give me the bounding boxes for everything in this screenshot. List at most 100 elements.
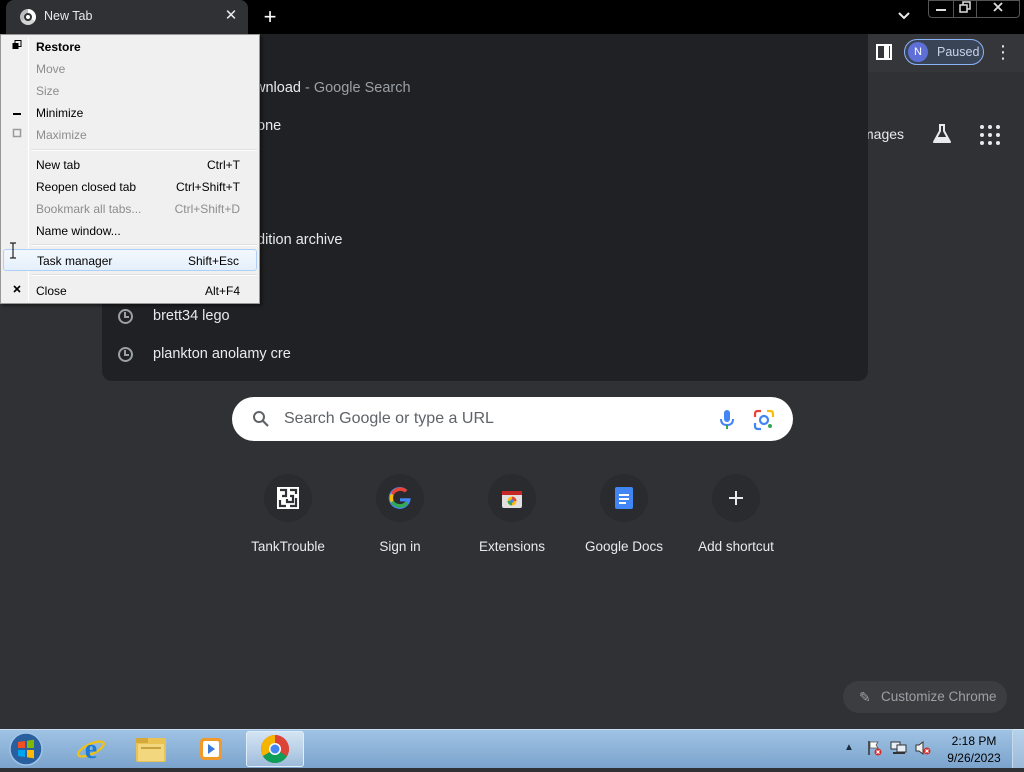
shortcut-sign-in[interactable]: Sign in — [344, 474, 456, 564]
google-g-icon — [388, 486, 411, 509]
google-docs-icon — [615, 487, 633, 509]
close-tab-icon[interactable]: ✕ — [222, 7, 240, 25]
window-minimize-button[interactable] — [928, 0, 954, 18]
menu-item-label: Bookmark all tabs... — [36, 202, 142, 216]
show-hidden-icons-icon[interactable]: ▲ — [844, 742, 854, 753]
close-icon — [11, 284, 23, 298]
shortcut-label: Google Docs — [584, 539, 664, 554]
svg-text:e: e — [85, 734, 97, 765]
window-restore-button[interactable] — [953, 0, 977, 18]
menu-item-shortcut: Ctrl+Shift+D — [174, 202, 240, 216]
suggestion-text: brett34 lego — [153, 308, 230, 324]
suggestion-text: wnload — [255, 80, 301, 96]
maximize-icon — [11, 128, 23, 142]
shortcut-label: Extensions — [478, 539, 546, 554]
menu-item-label: Reopen closed tab — [36, 180, 137, 194]
menu-item-maximize[interactable]: Maximize — [3, 124, 257, 146]
clock-time[interactable]: 2:18 PM — [948, 734, 1000, 748]
minimize-icon — [11, 106, 23, 120]
menu-item-new-tab[interactable]: New tab Ctrl+T — [3, 154, 257, 176]
menu-item-shortcut: Ctrl+T — [207, 158, 240, 172]
folder-icon — [136, 738, 166, 762]
taskbar-media-player[interactable] — [182, 731, 240, 767]
customize-label: Customize Chrome — [881, 689, 997, 704]
more-menu-icon[interactable]: ⋮ — [994, 42, 1012, 62]
shortcut-tanktrouble[interactable]: TankTrouble — [232, 474, 344, 564]
window-system-menu: Restore Move Size Minimize Maximize New … — [0, 34, 260, 304]
suggestion-text: dition archive — [257, 232, 343, 248]
show-desktop-button[interactable] — [1012, 729, 1024, 768]
menu-item-label: Name window... — [36, 224, 121, 238]
menu-item-reopen-closed-tab[interactable]: Reopen closed tab Ctrl+Shift+T — [3, 176, 257, 198]
tanktrouble-icon — [277, 487, 299, 509]
plus-icon — [729, 491, 743, 505]
menu-item-label: New tab — [36, 158, 81, 172]
shortcut-label: Add shortcut — [698, 539, 774, 554]
suggestion-text: one — [257, 118, 282, 134]
menu-item-label: Maximize — [36, 128, 87, 142]
text-cursor-icon — [9, 242, 17, 259]
microphone-icon[interactable] — [718, 409, 736, 431]
images-link[interactable]: mages — [862, 126, 904, 142]
menu-item-size[interactable]: Size — [3, 80, 257, 102]
suggestion-item[interactable]: plankton anolamy cre — [102, 336, 868, 374]
tab-new-tab[interactable]: New Tab ✕ — [6, 0, 248, 34]
menu-item-label: Move — [36, 62, 66, 76]
history-icon — [118, 347, 133, 362]
menu-item-label: Minimize — [36, 106, 84, 120]
tab-search-chevron-down-icon[interactable] — [894, 8, 914, 26]
web-store-icon — [502, 491, 522, 508]
google-lens-icon[interactable] — [753, 409, 775, 431]
shortcut-label: TankTrouble — [251, 539, 325, 554]
menu-item-task-manager[interactable]: Task manager Shift+Esc — [3, 249, 257, 271]
window-close-button[interactable] — [976, 0, 1020, 18]
labs-flask-icon[interactable] — [930, 122, 954, 146]
shortcut-add[interactable]: Add shortcut — [680, 474, 792, 564]
shortcut-label: Sign in — [379, 539, 421, 554]
menu-item-minimize[interactable]: Minimize — [3, 102, 257, 124]
menu-item-shortcut: Shift+Esc — [187, 254, 239, 268]
shortcut-extensions[interactable]: Extensions — [456, 474, 568, 564]
taskbar-chrome[interactable] — [246, 731, 304, 767]
menu-item-move[interactable]: Move — [3, 58, 257, 80]
menu-item-label: Close — [36, 284, 67, 298]
internet-explorer-icon: e — [77, 734, 105, 765]
suggestion-text: plankton anolamy cre — [153, 346, 291, 362]
network-icon[interactable] — [890, 740, 908, 756]
chrome-icon — [20, 9, 36, 25]
customize-chrome-button[interactable]: ✎ Customize Chrome — [843, 681, 1007, 713]
volume-muted-icon[interactable] — [914, 740, 932, 756]
taskbar-internet-explorer[interactable]: e — [62, 731, 120, 767]
search-icon — [252, 410, 270, 428]
history-icon — [118, 309, 133, 324]
start-button[interactable] — [6, 731, 46, 767]
menu-item-shortcut: Alt+F4 — [204, 284, 240, 298]
restore-icon — [11, 40, 23, 54]
pencil-icon: ✎ — [859, 689, 871, 705]
profile-status: Paused — [937, 45, 980, 59]
google-apps-icon[interactable] — [980, 125, 1000, 145]
profile-button[interactable]: N Paused — [904, 39, 984, 65]
menu-separator — [31, 244, 257, 246]
clock-date[interactable]: 9/26/2023 — [944, 751, 1004, 765]
avatar: N — [908, 42, 928, 62]
menu-item-label: Size — [36, 84, 60, 98]
suggestion-suffix: - Google Search — [300, 80, 411, 96]
menu-item-name-window[interactable]: Name window... — [3, 220, 257, 242]
taskbar-file-explorer[interactable] — [122, 731, 180, 767]
menu-item-bookmark-all-tabs[interactable]: Bookmark all tabs... Ctrl+Shift+D — [3, 198, 257, 220]
menu-item-close[interactable]: Close Alt+F4 — [3, 280, 257, 302]
action-center-flag-icon[interactable] — [866, 740, 882, 756]
menu-separator — [31, 274, 257, 276]
chrome-icon — [261, 735, 289, 763]
menu-item-label: Task manager — [37, 254, 113, 268]
menu-item-label: Restore — [36, 40, 81, 54]
menu-item-restore[interactable]: Restore — [3, 36, 257, 58]
menu-item-shortcut: Ctrl+Shift+T — [175, 180, 240, 194]
side-panel-icon[interactable] — [876, 44, 892, 60]
new-tab-button[interactable]: + — [258, 4, 282, 30]
menu-separator — [31, 149, 257, 151]
tab-title: New Tab — [44, 9, 93, 23]
shortcut-google-docs[interactable]: Google Docs — [568, 474, 680, 564]
search-input[interactable] — [284, 410, 684, 428]
